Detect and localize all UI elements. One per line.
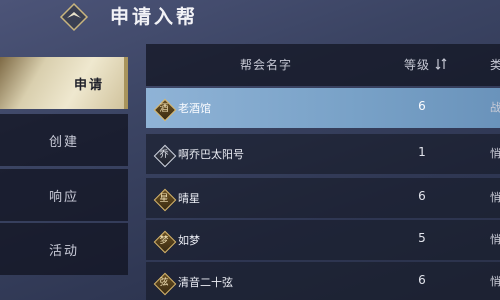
guild-emblem-icon: 乔	[153, 144, 177, 168]
column-header-name[interactable]: 帮会名字	[240, 56, 292, 73]
guild-emblem-icon: 星	[153, 188, 177, 212]
table-row[interactable]: 乔 啊乔巴太阳号 1 悄	[146, 134, 500, 174]
sidebar-item-respond[interactable]: 响应	[0, 169, 128, 221]
sidebar-item-apply[interactable]: 申请	[0, 57, 128, 109]
guild-level: 1	[418, 145, 426, 159]
guild-type: 悄	[490, 191, 500, 204]
sort-icon	[435, 58, 447, 70]
back-button[interactable]	[56, 0, 92, 34]
back-arrow-icon	[59, 2, 89, 32]
table-row[interactable]: 梦 如梦 5 悄	[146, 220, 500, 260]
title-bar: 申请入帮	[0, 0, 500, 38]
guild-emblem-icon: 酒	[153, 98, 177, 122]
guild-type: 悄	[490, 147, 500, 160]
sidebar-item-label: 响应	[48, 189, 79, 205]
guild-name: 如梦	[178, 234, 200, 247]
column-header-type[interactable]: 类	[490, 56, 500, 73]
guild-name: 晴星	[178, 192, 200, 205]
table-header: 帮会名字 等级 类	[146, 44, 500, 86]
active-tab-edge	[124, 57, 128, 109]
guild-emblem-icon: 梦	[153, 230, 177, 254]
guild-name: 老酒馆	[178, 102, 211, 115]
table-row[interactable]: 酒 老酒馆 6 战	[146, 88, 500, 128]
guild-type: 悄	[490, 233, 500, 246]
page-title: 申请入帮	[110, 6, 199, 28]
sidebar-item-activity[interactable]: 活动	[0, 223, 128, 275]
column-header-level[interactable]: 等级	[404, 56, 447, 73]
table-row[interactable]: 星 晴星 6 悄	[146, 178, 500, 218]
guild-name: 啊乔巴太阳号	[178, 148, 244, 161]
table-row[interactable]: 弦 清音二十弦 6 悄	[146, 262, 500, 300]
sidebar-item-label: 创建	[48, 134, 79, 150]
guild-type: 战	[490, 101, 500, 114]
guild-level: 6	[418, 273, 426, 287]
column-header-level-label: 等级	[404, 58, 431, 72]
sidebar: 申请 创建 响应 活动	[0, 57, 128, 275]
guild-emblem-icon: 弦	[153, 272, 177, 296]
sidebar-item-create[interactable]: 创建	[0, 114, 128, 166]
guild-type: 悄	[490, 275, 500, 288]
guild-name: 清音二十弦	[178, 276, 233, 289]
guild-level: 6	[418, 99, 426, 113]
guild-level: 5	[418, 231, 426, 245]
sidebar-item-label: 活动	[48, 243, 79, 259]
sidebar-item-label: 申请	[73, 77, 104, 93]
guild-level: 6	[418, 189, 426, 203]
